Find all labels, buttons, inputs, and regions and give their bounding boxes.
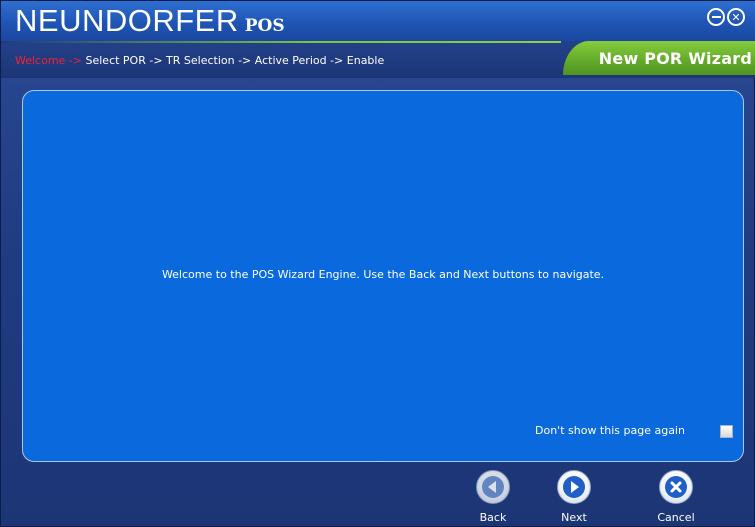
title-bar: NEUNDORFER POS ✕ [1,1,755,41]
breadcrumb-current-step: Welcome -> [15,54,82,67]
cancel-button[interactable]: Cancel [646,470,706,526]
cancel-label: Cancel [657,511,695,524]
breadcrumb-remaining-steps: Select POR -> TR Selection -> Active Per… [82,54,385,67]
back-label: Back [479,511,507,524]
wizard-title: New POR Wizard [598,48,752,68]
app-brand-name: NEUNDORFER [15,3,239,38]
dont-show-checkbox[interactable] [720,425,733,438]
x-circle-icon [659,470,693,504]
app-brand-sub: POS [244,16,285,36]
minimize-icon[interactable] [707,8,725,26]
next-label: Next [561,511,587,524]
breadcrumb-bar: Welcome -> Select POR -> TR Selection ->… [1,41,755,78]
wizard-content-panel: Welcome to the POS Wizard Engine. Use th… [22,90,744,462]
dont-show-label: Don't show this page again [535,424,685,437]
back-button[interactable]: Back [463,470,523,526]
wizard-title-tab: New POR Wizard [563,41,755,75]
welcome-message: Welcome to the POS Wizard Engine. Use th… [161,268,605,281]
arrow-right-circle-icon [557,470,591,504]
arrow-left-circle-icon [476,470,510,504]
wizard-window: NEUNDORFER POS ✕ Welcome -> Select POR ->… [0,0,755,527]
breadcrumb: Welcome -> Select POR -> TR Selection ->… [15,54,384,67]
app-brand: NEUNDORFER POS [15,3,285,44]
next-button[interactable]: Next [544,470,604,526]
accent-line [1,41,561,43]
close-icon[interactable]: ✕ [727,8,745,26]
